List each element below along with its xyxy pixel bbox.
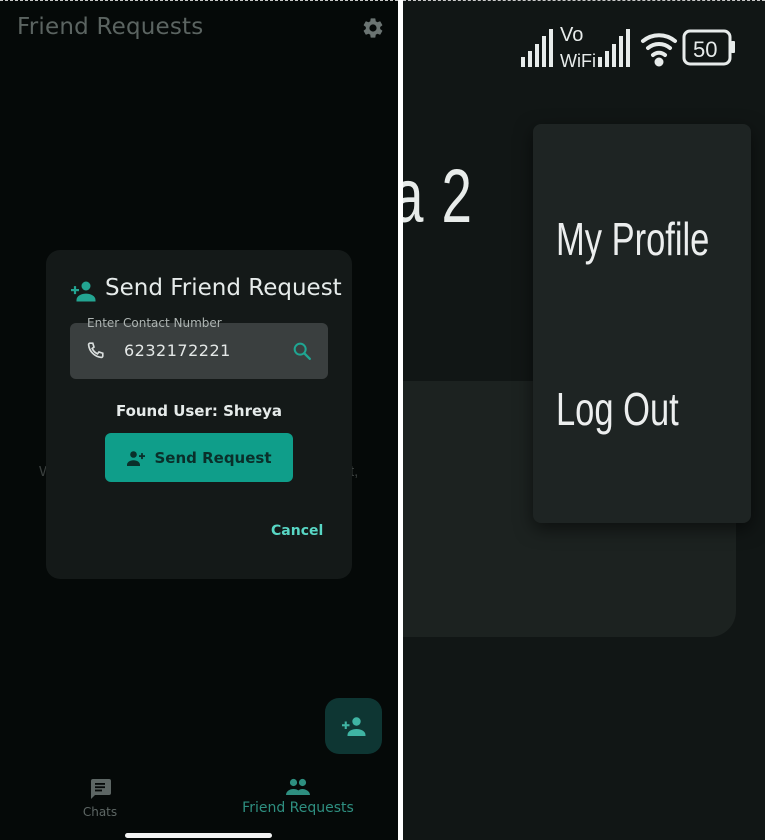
wifi-icon: [641, 33, 677, 67]
signal-icon: [598, 29, 630, 67]
menu-item-my-profile[interactable]: My Profile: [556, 212, 709, 266]
nav-item-chats[interactable]: Chats: [70, 778, 130, 819]
person-add-icon: [341, 717, 365, 736]
phone-icon: [87, 342, 104, 359]
home-indicator: [125, 833, 272, 838]
send-request-label: Send Request: [154, 448, 272, 467]
send-request-button[interactable]: Send Request: [105, 433, 293, 482]
battery-level: 50: [693, 37, 717, 62]
found-user-text: Found User: Shreya: [115, 402, 283, 420]
contact-number-label: Enter Contact Number: [87, 316, 222, 330]
cancel-button[interactable]: Cancel: [271, 523, 323, 539]
send-friend-request-dialog: Send Friend Request 6232172221 Enter Con…: [46, 250, 352, 579]
bottom-navigation: Chats Friend Requests: [0, 766, 398, 840]
add-friend-fab[interactable]: [325, 698, 382, 754]
left-screen: Friend Requests W t, Send Friend Request…: [0, 0, 398, 840]
gear-icon[interactable]: [361, 16, 385, 40]
nav-item-friend-requests[interactable]: Friend Requests: [236, 778, 360, 816]
nav-label-friend-requests: Friend Requests: [242, 800, 354, 816]
background-text-fragment: a 2: [403, 154, 474, 239]
wifi-label: WiFi: [560, 51, 596, 71]
nav-label-chats: Chats: [82, 805, 118, 819]
people-icon: [286, 778, 310, 795]
contact-number-value: 6232172221: [124, 341, 231, 360]
volte-label: Vo: [560, 24, 583, 46]
person-add-icon: [71, 281, 96, 302]
person-add-icon: [127, 450, 146, 466]
search-icon[interactable]: [291, 340, 313, 362]
menu-item-log-out[interactable]: Log Out: [556, 382, 679, 436]
signal-icon: [521, 29, 553, 67]
overflow-menu: My Profile Log Out: [533, 124, 751, 523]
app-bar-title: Friend Requests: [17, 14, 204, 40]
status-bar: Vo WiFi 50: [521, 24, 735, 71]
dialog-title: Send Friend Request: [105, 275, 342, 301]
contact-number-input[interactable]: 6232172221: [70, 323, 328, 379]
right-screen: Vo WiFi 50 a 2 My Profile Log Out: [403, 0, 765, 840]
chat-icon: [91, 779, 111, 799]
